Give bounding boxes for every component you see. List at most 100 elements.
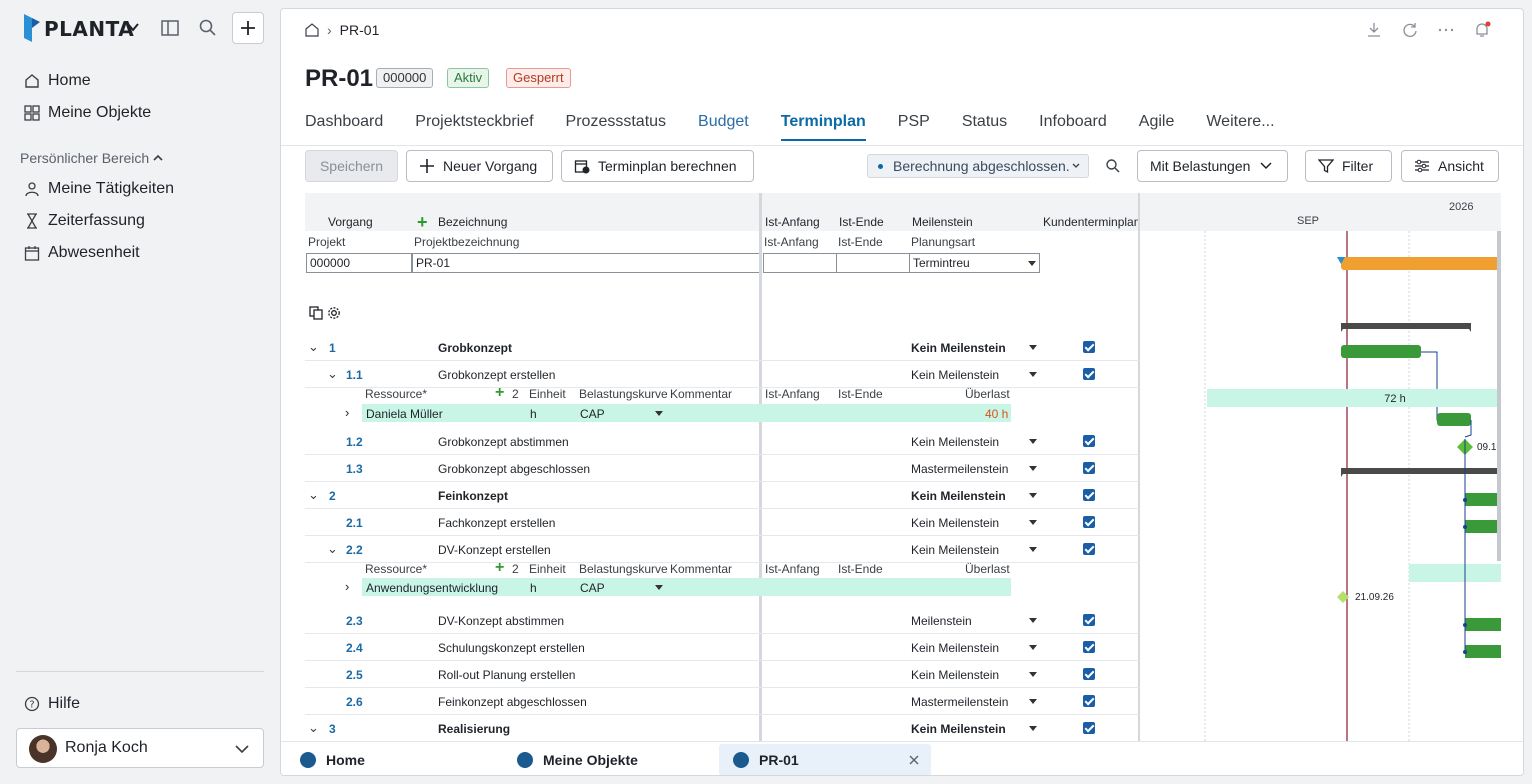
save-button[interactable]: Speichern: [305, 150, 398, 182]
expand-chevron-icon[interactable]: ›: [345, 579, 349, 594]
expand-chevron-icon[interactable]: ›: [345, 405, 349, 420]
ist-anfang-input[interactable]: [763, 253, 837, 273]
row-name[interactable]: Grobkonzept abgeschlossen: [438, 462, 590, 476]
calendar-icon[interactable]: [895, 516, 907, 528]
row-name[interactable]: Feinkonzept abgeschlossen: [438, 695, 587, 709]
search-icon[interactable]: [1105, 158, 1121, 174]
dropdown-arrow-icon[interactable]: [1029, 726, 1037, 731]
calendar-icon[interactable]: [895, 543, 907, 555]
calendar-icon[interactable]: [895, 722, 907, 734]
kundenterminplan-checkbox[interactable]: [1083, 489, 1095, 501]
nav-hilfe[interactable]: ? Hilfe: [24, 692, 80, 716]
kundenterminplan-checkbox[interactable]: [1083, 543, 1095, 555]
resource-unit[interactable]: h: [530, 407, 537, 421]
nav-abwesenheit[interactable]: Abwesenheit: [24, 241, 140, 265]
milestone-type[interactable]: Kein Meilenstein: [911, 516, 999, 530]
row-name[interactable]: Schulungskonzept erstellen: [438, 641, 585, 655]
nav-zeiterfassung[interactable]: Zeiterfassung: [24, 209, 145, 233]
dropdown-arrow-icon[interactable]: [1029, 466, 1037, 471]
dropdown-arrow-icon[interactable]: [1029, 345, 1037, 350]
milestone-type[interactable]: Kein Meilenstein: [911, 722, 1006, 736]
row-name[interactable]: Grobkonzept: [438, 341, 512, 355]
calendar-icon[interactable]: [895, 435, 907, 447]
dropdown-arrow-icon[interactable]: [1029, 520, 1037, 525]
project-id-input[interactable]: 000000: [306, 253, 412, 273]
calendar-icon[interactable]: [821, 641, 833, 653]
copy-icon[interactable]: [309, 306, 323, 320]
calendar-icon[interactable]: [895, 407, 907, 419]
calendar-icon[interactable]: [821, 341, 833, 353]
milestone-type[interactable]: Kein Meilenstein: [911, 543, 999, 557]
calendar-icon[interactable]: [821, 614, 833, 626]
dropdown-arrow-icon[interactable]: [1029, 618, 1037, 623]
dropdown-arrow-icon[interactable]: [1029, 493, 1037, 498]
calendar-icon[interactable]: [895, 641, 907, 653]
kundenterminplan-checkbox[interactable]: [1083, 722, 1095, 734]
column-splitter[interactable]: [759, 193, 762, 749]
calc-schedule-button[interactable]: Terminplan berechnen: [561, 150, 754, 182]
expand-chevron-icon[interactable]: ⌄: [308, 339, 319, 355]
calendar-icon[interactable]: [821, 722, 833, 734]
more-icon[interactable]: [1437, 21, 1455, 39]
section-persoenlicher-bereich[interactable]: Persönlicher Bereich: [20, 150, 163, 166]
milestone-type[interactable]: Mastermeilenstein: [911, 462, 1008, 476]
refresh-icon[interactable]: [1401, 21, 1419, 39]
kundenterminplan-checkbox[interactable]: [1083, 462, 1095, 474]
calendar-icon[interactable]: [821, 462, 833, 474]
bottom-tab-pr-01[interactable]: PR-01: [719, 744, 931, 775]
calendar-icon[interactable]: [895, 614, 907, 626]
dropdown-arrow-icon[interactable]: [1029, 672, 1037, 677]
kundenterminplan-checkbox[interactable]: [1083, 368, 1095, 380]
nav-meine-objekte[interactable]: Meine Objekte: [24, 101, 151, 125]
ist-ende-input[interactable]: [836, 253, 910, 273]
row-name[interactable]: Roll-out Planung erstellen: [438, 668, 575, 682]
calculation-status[interactable]: Berechnung abgeschlossen.: [867, 154, 1089, 178]
settings-gear-icon[interactable]: [327, 306, 341, 320]
row-name[interactable]: DV-Konzept erstellen: [438, 543, 551, 557]
milestone-type[interactable]: Kein Meilenstein: [911, 641, 999, 655]
tab-projektsteckbrief[interactable]: Projektsteckbrief: [415, 113, 533, 141]
tab-prozessstatus[interactable]: Prozessstatus: [566, 113, 666, 141]
expand-chevron-icon[interactable]: ⌄: [327, 541, 338, 557]
user-menu[interactable]: Ronja Koch: [16, 728, 264, 768]
close-icon[interactable]: [909, 755, 919, 765]
add-button[interactable]: [232, 12, 264, 44]
add-row-icon[interactable]: +: [417, 212, 428, 233]
kundenterminplan-checkbox[interactable]: [1083, 435, 1095, 447]
calendar-icon[interactable]: [895, 368, 907, 380]
calendar-icon[interactable]: [895, 489, 907, 501]
milestone-type[interactable]: Kein Meilenstein: [911, 435, 999, 449]
add-resource-icon[interactable]: +: [495, 384, 504, 402]
bottom-tab-meine-objekte[interactable]: Meine Objekte: [514, 744, 714, 775]
resource-curve[interactable]: CAP: [580, 407, 605, 421]
tab-budget[interactable]: Budget: [698, 113, 749, 141]
view-button[interactable]: Ansicht: [1401, 150, 1499, 182]
breadcrumb-current[interactable]: PR-01: [340, 22, 380, 38]
calendar-icon[interactable]: [821, 368, 833, 380]
dropdown-arrow-icon[interactable]: [655, 585, 663, 590]
kundenterminplan-checkbox[interactable]: [1083, 614, 1095, 626]
kundenterminplan-checkbox[interactable]: [1083, 695, 1095, 707]
dropdown-arrow-icon[interactable]: [1029, 547, 1037, 552]
tab-weitere[interactable]: Weitere...: [1206, 113, 1274, 141]
milestone-type[interactable]: Mastermeilenstein: [911, 695, 1008, 709]
tab-terminplan[interactable]: Terminplan: [780, 113, 866, 141]
milestone-type[interactable]: Kein Meilenstein: [911, 341, 1006, 355]
dropdown-arrow-icon[interactable]: [1029, 439, 1037, 444]
calendar-icon[interactable]: [821, 407, 833, 419]
resource-name[interactable]: Daniela Müller: [366, 407, 443, 421]
kundenterminplan-checkbox[interactable]: [1083, 341, 1095, 353]
dropdown-arrow-icon[interactable]: [1029, 372, 1037, 377]
nav-meine-taetigkeiten[interactable]: Meine Tätigkeiten: [24, 177, 174, 201]
chevron-down-icon[interactable]: [126, 20, 140, 34]
tab-agile[interactable]: Agile: [1139, 113, 1175, 141]
row-name[interactable]: Fachkonzept erstellen: [438, 516, 555, 530]
kundenterminplan-checkbox[interactable]: [1083, 516, 1095, 528]
home-icon[interactable]: [305, 23, 319, 37]
kundenterminplan-checkbox[interactable]: [1083, 641, 1095, 653]
calendar-icon[interactable]: [821, 516, 833, 528]
planungsart-select[interactable]: Termintreu: [909, 253, 1040, 273]
milestone-type[interactable]: Kein Meilenstein: [911, 368, 999, 382]
calendar-icon[interactable]: [821, 489, 833, 501]
row-name[interactable]: Realisierung: [438, 722, 510, 736]
